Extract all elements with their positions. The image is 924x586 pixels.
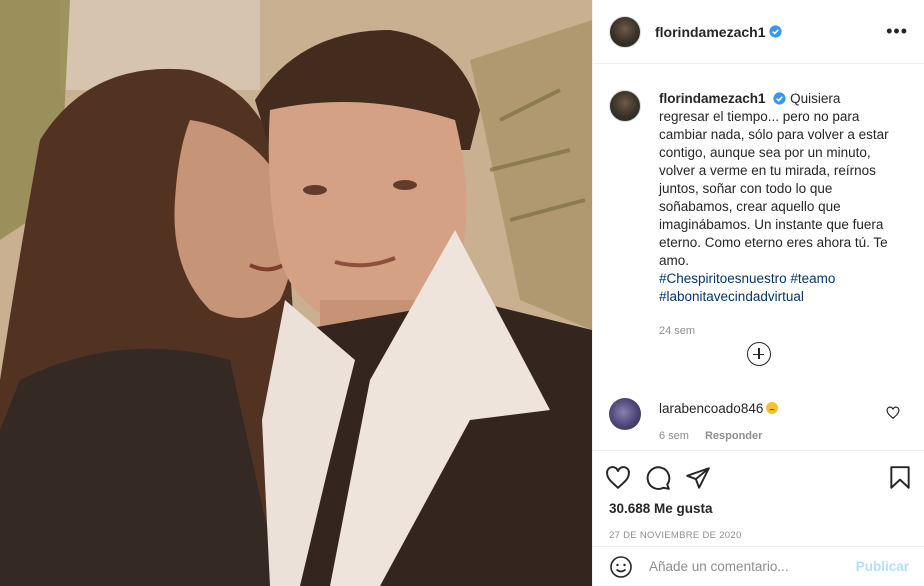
author-username[interactable]: florindamezach1 [655,24,765,40]
hashtag-labonitavecindadvirtual[interactable]: #labonitavecindadvirtual [659,289,804,304]
comment-meta: 6 sem Responder [659,430,778,442]
post-header: florindamezach1 ••• [593,0,924,64]
reply-button[interactable]: Responder [705,430,762,442]
post-photo[interactable] [0,0,592,586]
hashtag-chespiritoesnuestro[interactable]: #Chespiritoesnuestro [659,271,787,286]
caption-body: florindamezach1 Quisiera regresar el tie… [659,90,891,384]
publish-button[interactable]: Publicar [856,559,909,574]
likes-count[interactable]: 30.688 Me gusta [605,501,913,516]
caption-author-avatar[interactable] [609,90,641,122]
caption-username[interactable]: florindamezach1 [659,91,766,106]
post-date[interactable]: 27 DE NOVIEMBRE DE 2020 [605,530,913,541]
caption-verified-badge-icon [773,92,786,105]
paper-plane-icon[interactable] [685,465,711,491]
comment-input[interactable] [649,559,839,574]
comment-body: larabencoado846 6 sem Responder [659,401,779,442]
post-photo-illustration [0,0,592,586]
plus-circle-icon[interactable] [747,342,771,366]
heart-icon[interactable] [605,465,631,491]
post-actions: 30.688 Me gusta 27 DE NOVIEMBRE DE 2020 [593,450,924,541]
caption-timestamp[interactable]: 24 sem [659,322,891,340]
smiley-icon[interactable] [609,555,633,579]
author-avatar[interactable] [609,15,641,48]
comment-like-heart-icon[interactable] [886,406,900,420]
post-caption: florindamezach1 Quisiera regresar el tie… [593,64,924,384]
commenter-username[interactable]: larabencoado846 [659,401,763,416]
comment-item: larabencoado846 6 sem Responder [609,398,909,442]
hashtag-teamo[interactable]: #teamo [790,271,835,286]
comment-composer: Publicar [593,546,924,586]
more-options-icon[interactable]: ••• [886,21,908,42]
comment-timestamp[interactable]: 6 sem [659,430,689,442]
commenter-avatar[interactable] [609,398,641,430]
caption-hashtags: #Chespiritoesnuestro #teamo #labonitavec… [659,270,891,306]
action-icons-row [605,459,913,497]
post-details-panel: florindamezach1 ••• florindamezach1 Quis… [592,0,924,586]
bookmark-icon[interactable] [887,465,913,491]
caption-text: Quisiera regresar el tiempo... pero no p… [659,91,889,268]
verified-badge-icon [769,25,783,38]
comment-icon[interactable] [645,465,671,491]
sad-face-emoji-icon [766,402,779,414]
